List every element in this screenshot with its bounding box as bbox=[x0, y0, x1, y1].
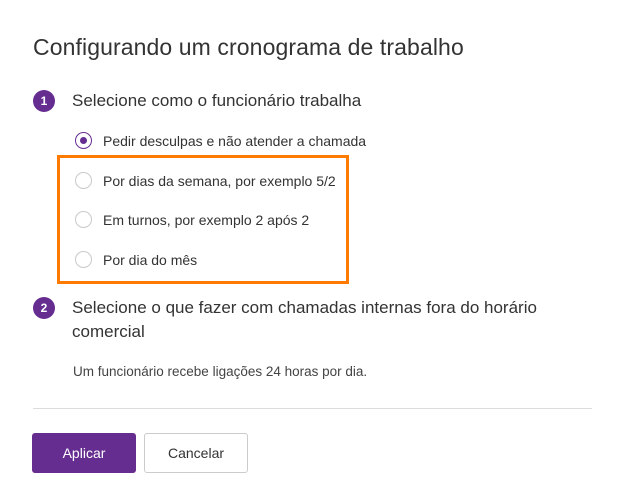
schedule-dialog: Configurando um cronograma de trabalho 1… bbox=[0, 0, 624, 499]
step-1-badge: 1 bbox=[33, 90, 55, 112]
radio-label: Por dia do mês bbox=[103, 251, 198, 268]
step-1-title: Selecione como o funcionário trabalha bbox=[72, 91, 362, 110]
step-2-title-line2: comercial bbox=[72, 322, 145, 341]
radio-dot bbox=[80, 137, 87, 144]
apply-button[interactable]: Aplicar bbox=[32, 433, 136, 473]
radio-button-checked[interactable] bbox=[75, 132, 92, 149]
step-2-badge: 2 bbox=[33, 297, 55, 319]
radio-button[interactable] bbox=[75, 251, 92, 268]
step-2-hint: Um funcionário recebe ligações 24 horas … bbox=[73, 364, 368, 379]
radio-option-weekdays[interactable]: Por dias da semana, por exemplo 5/2 bbox=[75, 172, 336, 189]
cancel-button[interactable]: Cancelar bbox=[144, 433, 248, 473]
radio-option-decline-call[interactable]: Pedir desculpas e não atender a chamada bbox=[75, 132, 366, 149]
page-title: Configurando um cronograma de trabalho bbox=[33, 34, 464, 60]
radio-label: Pedir desculpas e não atender a chamada bbox=[103, 132, 367, 149]
divider bbox=[33, 408, 592, 409]
radio-option-day-of-month[interactable]: Por dia do mês bbox=[75, 251, 197, 268]
radio-button[interactable] bbox=[75, 172, 92, 189]
radio-label: Por dias da semana, por exemplo 5/2 bbox=[103, 172, 336, 189]
step-2-title-line1: Selecione o que fazer com chamadas inter… bbox=[72, 298, 537, 317]
radio-button[interactable] bbox=[75, 211, 92, 228]
radio-label: Em turnos, por exemplo 2 após 2 bbox=[103, 211, 310, 228]
radio-option-shifts[interactable]: Em turnos, por exemplo 2 após 2 bbox=[75, 211, 309, 228]
